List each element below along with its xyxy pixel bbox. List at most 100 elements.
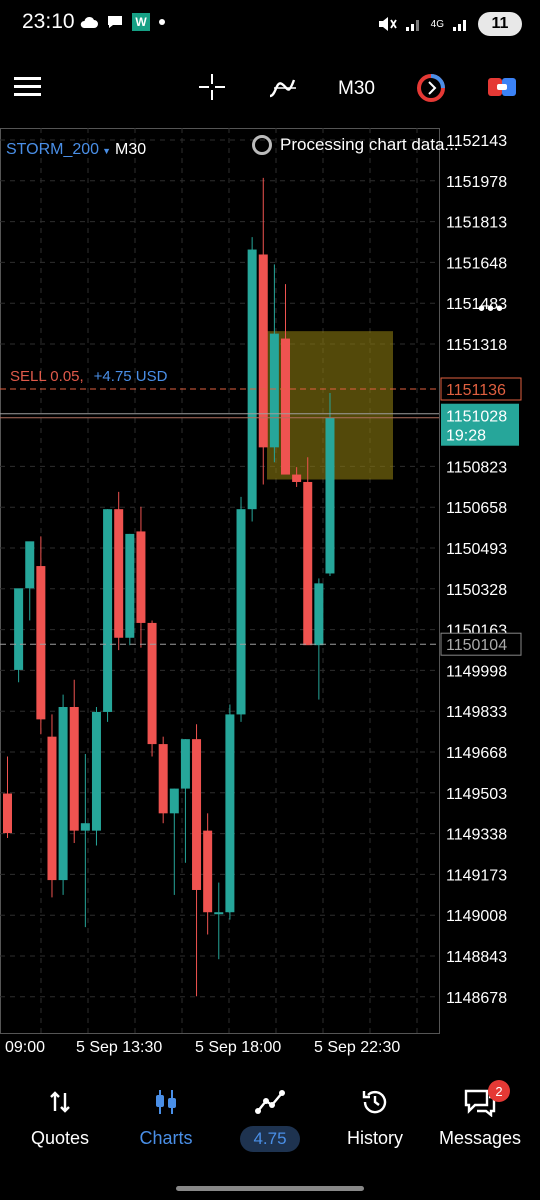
history-icon bbox=[362, 1090, 387, 1114]
indicators-icon[interactable] bbox=[268, 74, 300, 102]
nav-messages-label: Messages bbox=[438, 1128, 522, 1148]
chart-toolbar: M30 bbox=[0, 60, 540, 116]
more-options-icon[interactable]: ••• bbox=[478, 298, 505, 321]
battery-icon: 11 bbox=[478, 12, 522, 36]
chart-canvas[interactable]: 1152143115197811518131151648115148311513… bbox=[0, 128, 540, 1068]
candle-body bbox=[36, 566, 46, 720]
signal-icon bbox=[405, 20, 419, 31]
nav-quotes[interactable]: Quotes bbox=[6, 1076, 114, 1156]
candle-body bbox=[125, 533, 135, 638]
signal-icon-2 bbox=[453, 20, 466, 31]
candle-body bbox=[192, 739, 202, 890]
candle-body bbox=[80, 823, 90, 831]
mute-icon bbox=[378, 17, 397, 31]
price-axis-label: 1149008 bbox=[446, 908, 507, 925]
chart-frame bbox=[0, 128, 440, 1034]
nav-history[interactable]: History bbox=[321, 1076, 429, 1156]
candle-body bbox=[158, 744, 168, 814]
quotes-icon bbox=[50, 1091, 70, 1113]
price-axis-label: 1150823 bbox=[446, 459, 507, 476]
processing-indicator: Processing chart data... bbox=[252, 135, 459, 155]
price-axis-label: 1149668 bbox=[446, 745, 507, 762]
candle-body bbox=[69, 706, 79, 831]
nav-messages[interactable]: 2 Messages bbox=[426, 1076, 534, 1156]
nav-quotes-label: Quotes bbox=[30, 1128, 90, 1148]
candle-body bbox=[169, 788, 179, 814]
position-side-volume: SELL 0.05, bbox=[10, 368, 84, 385]
nav-trade[interactable]: 4.75 bbox=[216, 1076, 324, 1156]
candle-body bbox=[180, 739, 190, 789]
price-axis-label: 1151813 bbox=[446, 215, 507, 232]
candle-body bbox=[47, 736, 57, 881]
candle-body bbox=[14, 588, 24, 670]
price-axis-label: 1150493 bbox=[446, 541, 507, 558]
price-axis-label: 1149173 bbox=[446, 867, 507, 884]
trade-nav-icon bbox=[255, 1090, 285, 1114]
candle-body bbox=[314, 583, 324, 646]
charts-icon bbox=[156, 1090, 176, 1114]
price-axis-label: 1151648 bbox=[446, 255, 507, 272]
objects-icon[interactable] bbox=[415, 72, 447, 104]
candle-body bbox=[103, 509, 113, 712]
position-profit: +4.75 USD bbox=[93, 368, 168, 385]
candle-body bbox=[325, 417, 335, 574]
status-right-icons: 4G 11 bbox=[377, 12, 522, 36]
nav-charts-label: Charts bbox=[139, 1128, 193, 1148]
price-axis-label: 1151318 bbox=[446, 337, 507, 354]
bottom-navigation: Quotes Charts 4.75 History 2 Messages bbox=[0, 1076, 540, 1176]
status-bar: 23:10 W 4G 11 bbox=[0, 0, 540, 50]
candle-body bbox=[225, 714, 235, 913]
crosshair-icon[interactable] bbox=[197, 72, 227, 102]
symbol-name[interactable]: STORM_200 bbox=[6, 141, 99, 158]
nav-charts[interactable]: Charts bbox=[112, 1076, 220, 1156]
timeframe-button[interactable]: M30 bbox=[338, 78, 375, 100]
time-axis-label: 5 Sep 22:30 bbox=[314, 1039, 400, 1056]
candle-body bbox=[214, 912, 224, 915]
network-type-label: 4G bbox=[430, 18, 444, 30]
candle-body bbox=[114, 509, 124, 638]
messages-badge: 2 bbox=[488, 1080, 510, 1102]
candle-body bbox=[58, 706, 68, 881]
candle-body bbox=[91, 711, 101, 831]
price-axis-label: 1148678 bbox=[446, 990, 507, 1007]
price-chart[interactable]: 1152143 1151978 1151813 1151648 1151483 11513… bbox=[0, 128, 540, 1068]
status-left-icons: W bbox=[80, 13, 166, 31]
cloud-icon bbox=[80, 16, 98, 28]
time-axis-label: 5 Sep 18:00 bbox=[195, 1039, 281, 1056]
price-axis-label: 1150328 bbox=[446, 582, 507, 599]
sell-price-label: 1151136 bbox=[446, 382, 506, 399]
price-axis-label: 1149998 bbox=[446, 663, 507, 680]
dot-icon bbox=[159, 19, 165, 25]
chevron-down-icon: ▼ bbox=[102, 146, 111, 156]
candle-body bbox=[236, 509, 246, 715]
menu-icon[interactable] bbox=[14, 76, 42, 98]
trade-icon[interactable] bbox=[486, 74, 518, 100]
home-indicator[interactable] bbox=[176, 1186, 364, 1191]
position-label[interactable]: SELL 0.05, +4.75 USD bbox=[10, 368, 167, 385]
ask-price-label: 1150104 bbox=[446, 637, 507, 654]
price-axis-label: 1149503 bbox=[446, 786, 507, 803]
candle-body bbox=[281, 338, 290, 475]
candle-body bbox=[25, 541, 35, 589]
nav-history-label: History bbox=[346, 1128, 403, 1148]
price-axis-label: 1151978 bbox=[446, 174, 507, 191]
symbol-timeframe: M30 bbox=[115, 141, 147, 158]
nav-trade-label: 4.75 bbox=[240, 1126, 300, 1152]
time-axis-label: 09:00 bbox=[5, 1039, 45, 1056]
candle-body bbox=[136, 531, 146, 623]
candle-body bbox=[269, 333, 279, 448]
status-time: 23:10 bbox=[22, 10, 75, 33]
symbol-selector[interactable]: STORM_200 ▼ M30 bbox=[6, 141, 146, 159]
time-axis-label: 5 Sep 13:30 bbox=[76, 1039, 162, 1056]
candle-body bbox=[147, 622, 157, 745]
price-axis-label: 1149833 bbox=[446, 704, 507, 721]
spinner-icon bbox=[252, 135, 272, 155]
battery-level: 11 bbox=[491, 15, 509, 32]
candle-body bbox=[292, 474, 302, 482]
bid-price-label: 1151028 bbox=[446, 409, 507, 426]
candle-body bbox=[3, 793, 12, 834]
processing-text: Processing chart data... bbox=[280, 135, 459, 154]
price-axis-label: 1149338 bbox=[446, 827, 507, 844]
candle-body bbox=[258, 254, 268, 448]
bid-time-label: 19:28 bbox=[446, 428, 486, 445]
